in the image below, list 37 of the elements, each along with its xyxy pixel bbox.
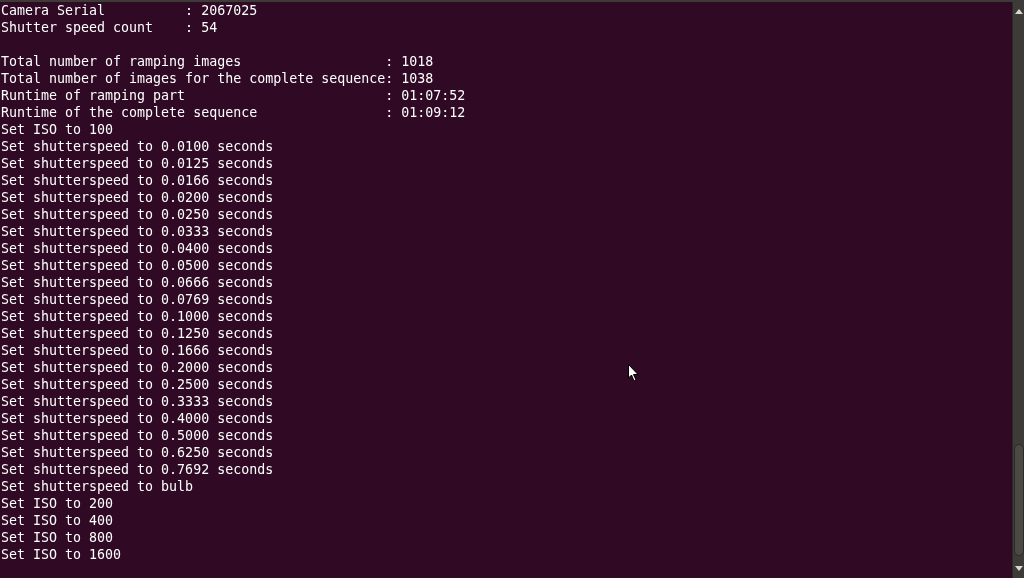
- output-line: Set ISO to 200: [1, 495, 114, 512]
- output-line: Set shutterspeed to 0.3333 seconds: [1, 393, 274, 410]
- output-line: Set ISO to 1600: [1, 546, 122, 563]
- scroll-down-icon[interactable]: [1014, 566, 1023, 571]
- output-line: Shutter speed count : 54: [1, 19, 218, 36]
- output-line: Runtime of ramping part : 01:07:52: [1, 87, 466, 104]
- output-line: Set shutterspeed to 0.1000 seconds: [1, 308, 274, 325]
- output-line: Runtime of the complete sequence : 01:09:12: [1, 104, 466, 121]
- output-line: Set shutterspeed to 0.2500 seconds: [1, 376, 274, 393]
- output-line: Set shutterspeed to 0.0333 seconds: [1, 223, 274, 240]
- output-line: Set shutterspeed to 0.0250 seconds: [1, 206, 274, 223]
- output-line: Set shutterspeed to 0.2000 seconds: [1, 359, 274, 376]
- scroll-thumb[interactable]: [1013, 444, 1024, 556]
- output-line: Set ISO to 100: [1, 121, 114, 138]
- output-line: Set shutterspeed to 0.7692 seconds: [1, 461, 274, 478]
- output-line: Set shutterspeed to 0.0769 seconds: [1, 291, 274, 308]
- output-line: Total number of ramping images : 1018: [1, 53, 434, 70]
- output-line: Set shutterspeed to 0.0125 seconds: [1, 155, 274, 172]
- output-line: Set shutterspeed to 0.1666 seconds: [1, 342, 274, 359]
- scroll-up-icon[interactable]: [1014, 9, 1023, 14]
- output-line: Set shutterspeed to 0.0400 seconds: [1, 240, 274, 257]
- output-line: Set ISO to 400: [1, 512, 114, 529]
- output-line: Set shutterspeed to 0.6250 seconds: [1, 444, 274, 461]
- output-line: Set shutterspeed to 0.0666 seconds: [1, 274, 274, 291]
- output-line: Set shutterspeed to 0.0100 seconds: [1, 138, 274, 155]
- output-line: Set shutterspeed to bulb: [1, 478, 194, 495]
- mouse-pointer-icon: [628, 364, 639, 382]
- output-line: Set shutterspeed to 0.5000 seconds: [1, 427, 274, 444]
- output-line: Set shutterspeed to 0.0500 seconds: [1, 257, 274, 274]
- output-line: Set shutterspeed to 0.1250 seconds: [1, 325, 274, 342]
- output-line: Camera Serial : 2067025: [1, 2, 258, 19]
- output-line: Set shutterspeed to 0.4000 seconds: [1, 410, 274, 427]
- output-line: Set shutterspeed to 0.0200 seconds: [1, 189, 274, 206]
- output-line: Total number of images for the complete sequence: 1038: [1, 70, 434, 87]
- output-line: Set ISO to 800: [1, 529, 114, 546]
- scrollbar[interactable]: [1012, 2, 1024, 578]
- output-line: Set shutterspeed to 0.0166 seconds: [1, 172, 274, 189]
